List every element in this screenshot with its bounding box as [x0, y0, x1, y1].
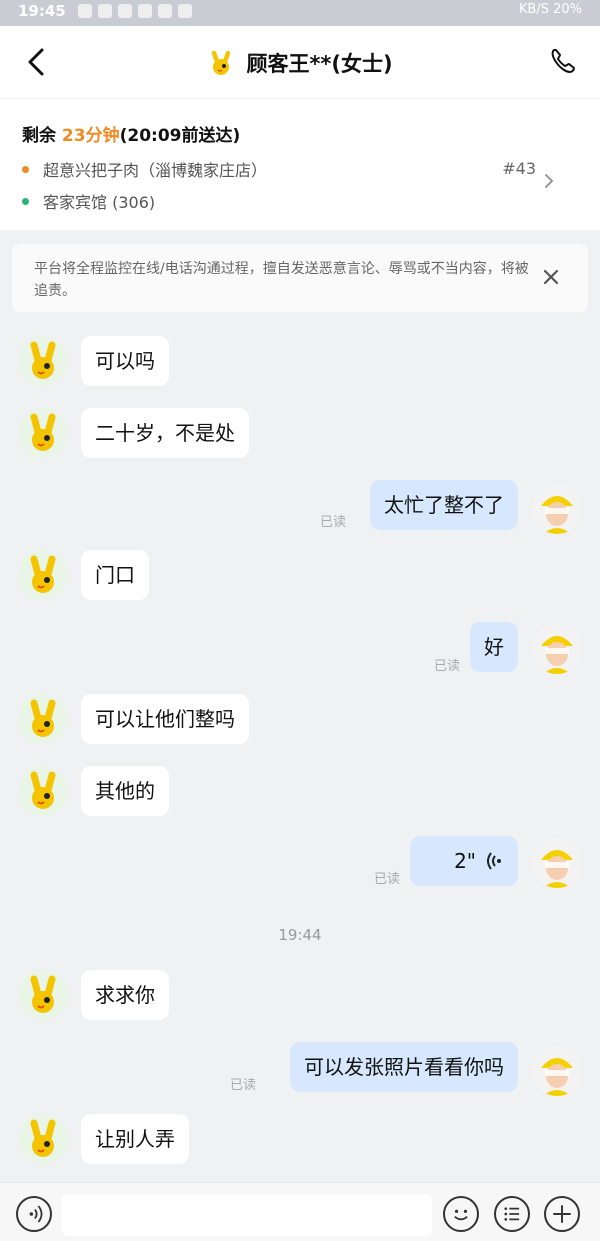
customer-avatar[interactable]	[18, 1114, 68, 1164]
input-bar	[0, 1182, 600, 1241]
customer-avatar[interactable]	[18, 766, 68, 816]
message-bubble[interactable]: 二十岁，不是处	[81, 408, 249, 458]
read-status: 已读	[230, 1078, 257, 1093]
list-icon[interactable]	[494, 1196, 530, 1232]
delivery-eta: 剩余 23分钟(20:09前送达)	[22, 121, 240, 146]
phone-icon[interactable]	[548, 46, 578, 76]
message-bubble[interactable]: 其他的	[81, 766, 169, 816]
monitoring-notice: 平台将全程监控在线/电话沟通过程，擅自发送恶意言论、辱骂或不当内容，将被追责。	[12, 244, 588, 312]
message-bubble[interactable]: 求求你	[81, 970, 169, 1020]
order-number: #43	[502, 159, 536, 178]
voice-duration: 2"	[454, 849, 476, 873]
status-bar: 19:45 KB/S 20%	[0, 0, 600, 26]
message-bubble[interactable]: 太忙了整不了	[370, 480, 518, 530]
emoji-icon[interactable]	[443, 1196, 479, 1232]
message-bubble[interactable]: 可以让他们整吗	[81, 694, 249, 744]
shop-dot-icon	[22, 165, 29, 173]
message-timestamp: 19:44	[278, 926, 322, 944]
chat-header: 顾客王**(女士)	[0, 26, 600, 98]
rider-avatar[interactable]	[532, 838, 582, 888]
customer-avatar[interactable]	[18, 694, 68, 744]
rider-avatar[interactable]	[532, 484, 582, 534]
message-bubble[interactable]: 让别人弄	[81, 1114, 189, 1164]
customer-avatar[interactable]	[18, 408, 68, 458]
customer-avatar[interactable]	[18, 336, 68, 386]
voice-message-bubble[interactable]: 2"	[410, 836, 518, 886]
customer-avatar-icon	[212, 50, 231, 75]
customer-avatar[interactable]	[18, 970, 68, 1020]
eta-prefix: 剩余	[22, 126, 62, 146]
plus-icon[interactable]	[544, 1196, 580, 1232]
eta-minutes: 23分钟	[61, 126, 120, 146]
message-bubble[interactable]: 门口	[81, 550, 149, 600]
read-status: 已读	[434, 659, 461, 674]
message-input[interactable]	[62, 1194, 432, 1236]
chevron-right-icon[interactable]	[542, 171, 556, 191]
status-time: 19:45	[18, 2, 66, 20]
message-bubble[interactable]: 可以发张照片看看你吗	[290, 1042, 518, 1092]
voice-icon[interactable]	[16, 1196, 52, 1232]
read-status: 已读	[320, 515, 347, 530]
notification-icons	[78, 4, 192, 20]
message-list[interactable]: 可以吗 二十岁，不是处 已读 太忙了整不了 门口 已读 好 可以让他们整吗 其他…	[0, 312, 600, 1180]
status-right: KB/S 20%	[519, 2, 582, 17]
order-card[interactable]: 剩余 23分钟(20:09前送达) 超意兴把子肉（淄博魏家庄店） 客家宾馆 (3…	[0, 98, 600, 230]
notice-text: 平台将全程监控在线/电话沟通过程，擅自发送恶意言论、辱骂或不当内容，将被追责。	[34, 261, 529, 299]
page-title: 顾客王**(女士)	[246, 52, 393, 76]
shop-row: 超意兴把子肉（淄博魏家庄店）	[22, 157, 267, 181]
rider-avatar[interactable]	[532, 624, 582, 674]
network-speed: KB/S	[518, 2, 549, 17]
address-row: 客家宾馆 (306)	[22, 189, 155, 213]
battery-level: 20%	[553, 2, 582, 17]
header-title-wrap: 顾客王**(女士)	[0, 48, 600, 78]
read-status: 已读	[374, 872, 401, 887]
address-dot-icon	[22, 197, 29, 205]
customer-avatar[interactable]	[18, 550, 68, 600]
rider-avatar[interactable]	[532, 1046, 582, 1096]
message-bubble[interactable]: 好	[470, 622, 518, 672]
message-bubble[interactable]: 可以吗	[81, 336, 169, 386]
close-icon[interactable]	[542, 268, 560, 286]
voice-wave-icon	[487, 852, 501, 870]
shop-name: 超意兴把子肉（淄博魏家庄店）	[43, 161, 268, 180]
delivery-address: 客家宾馆 (306)	[43, 193, 156, 212]
eta-deadline: (20:09前送达)	[119, 126, 241, 146]
